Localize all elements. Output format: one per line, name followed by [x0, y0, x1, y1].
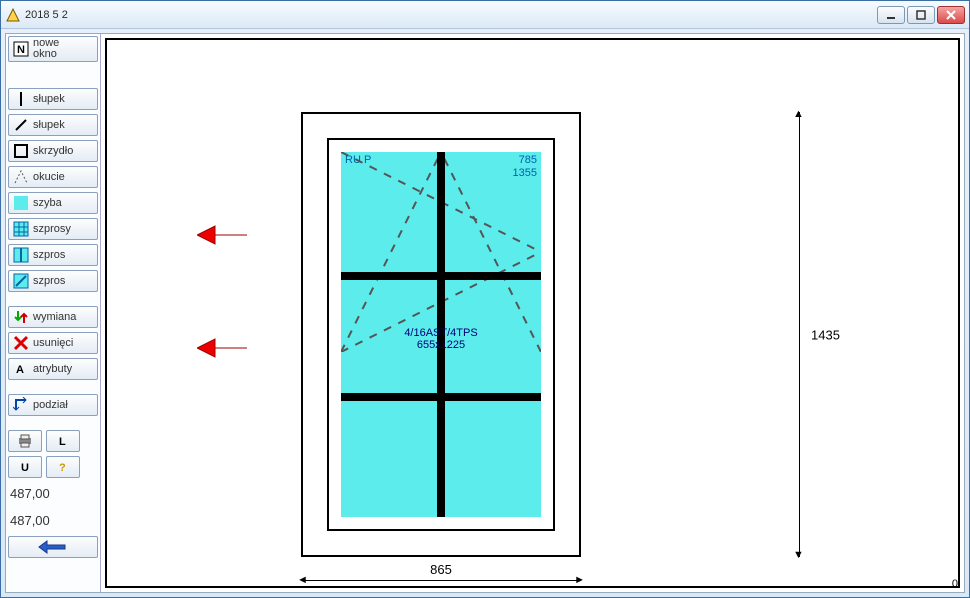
muntin-horizontal-2 — [341, 393, 541, 401]
titlebar: 2018 5 2 — [1, 1, 969, 29]
attributes-button[interactable]: A atrybuty — [8, 358, 98, 380]
glass-h: 1355 — [513, 167, 537, 180]
l-button[interactable]: L — [46, 430, 80, 452]
exchange-icon — [13, 309, 29, 325]
svg-text:?: ? — [59, 462, 66, 474]
window-title: 2018 5 2 — [25, 9, 68, 21]
app-icon — [5, 7, 21, 23]
svg-text:N: N — [17, 44, 25, 56]
glass-icon — [13, 195, 29, 211]
dimension-width: 865 ◄► — [301, 564, 581, 584]
window-model[interactable]: RU P 785 1355 4/16AST/4TPS 655x1225 — [301, 112, 581, 557]
mullion-v-icon — [13, 91, 29, 107]
dimension-height-label: 1435 — [811, 327, 840, 342]
window-buttons — [877, 6, 965, 24]
dimension-width-label: 865 — [430, 562, 452, 577]
muntin-horizontal-1 — [341, 272, 541, 280]
muntin-single-icon — [13, 247, 29, 263]
price-1: 487,00 — [8, 482, 98, 505]
mullion-d-label: słupek — [33, 119, 65, 131]
split-icon — [13, 397, 29, 413]
sash-glass[interactable]: RU P 785 1355 4/16AST/4TPS 655x1225 — [341, 152, 541, 517]
glass-button[interactable]: szyba — [8, 192, 98, 214]
mullion-v-label: słupek — [33, 93, 65, 105]
minimize-button[interactable] — [877, 6, 905, 24]
fitting-label: okucie — [33, 171, 65, 183]
maximize-button[interactable] — [907, 6, 935, 24]
glass-spec: 4/16AST/4TPS — [341, 327, 541, 339]
back-icon — [37, 539, 69, 555]
delete-button[interactable]: usunięci — [8, 332, 98, 354]
glass-spec-block: 4/16AST/4TPS 655x1225 — [341, 327, 541, 351]
back-button[interactable] — [8, 536, 98, 558]
sash-glass-size: 785 1355 — [513, 154, 537, 180]
muntins-button[interactable]: szprosy — [8, 218, 98, 240]
attributes-label: atrybuty — [33, 363, 72, 375]
toolbox: N nowe okno słupek słupek skrzydło okuci… — [6, 34, 101, 592]
close-button[interactable] — [937, 6, 965, 24]
fitting-icon — [13, 169, 29, 185]
print-icon — [17, 433, 33, 449]
muntins-label: szprosy — [33, 223, 71, 235]
muntin-single-label: szpros — [33, 249, 65, 261]
fitting-button[interactable]: okucie — [8, 166, 98, 188]
callout-arrow-2 — [197, 335, 247, 364]
mullion-d-icon — [13, 117, 29, 133]
new-window-button[interactable]: N nowe okno — [8, 36, 98, 62]
exchange-button[interactable]: wymiana — [8, 306, 98, 328]
l-icon: L — [55, 433, 71, 449]
u-icon: U — [17, 459, 33, 475]
delete-label: usunięci — [33, 337, 73, 349]
help-button[interactable]: ? — [46, 456, 80, 478]
n-icon: N — [13, 41, 29, 57]
corner-zero: 0 — [952, 578, 958, 590]
dimension-height: ▲▼ 1435 — [789, 112, 849, 557]
exchange-label: wymiana — [33, 311, 76, 323]
new-window-label: nowe okno — [33, 38, 59, 60]
u-button[interactable]: U — [8, 456, 42, 478]
frame-inner: RU P 785 1355 4/16AST/4TPS 655x1225 — [327, 138, 555, 531]
drawing-canvas[interactable]: RU P 785 1355 4/16AST/4TPS 655x1225 865 — [101, 34, 964, 592]
muntin-diag-button[interactable]: szpros — [8, 270, 98, 292]
print-button[interactable] — [8, 430, 42, 452]
glass-dims: 655x1225 — [341, 339, 541, 351]
window: 2018 5 2 N nowe okno słupek s — [0, 0, 970, 598]
sash-icon — [13, 143, 29, 159]
svg-text:A: A — [16, 364, 24, 376]
delete-icon — [13, 335, 29, 351]
price-2: 487,00 — [8, 509, 98, 532]
glass-label: szyba — [33, 197, 62, 209]
muntin-diag-label: szpros — [33, 275, 65, 287]
mullion-d-button[interactable]: słupek — [8, 114, 98, 136]
sash-type-label: RU P — [345, 154, 371, 166]
client-area: N nowe okno słupek słupek skrzydło okuci… — [5, 33, 965, 593]
split-label: podział — [33, 399, 68, 411]
muntins-icon — [13, 221, 29, 237]
muntin-diag-icon — [13, 273, 29, 289]
svg-text:U: U — [21, 462, 29, 474]
glass-w: 785 — [513, 154, 537, 167]
attributes-icon: A — [13, 361, 29, 377]
split-button[interactable]: podział — [8, 394, 98, 416]
svg-text:L: L — [59, 436, 66, 448]
muntin-single-button[interactable]: szpros — [8, 244, 98, 266]
help-icon: ? — [55, 459, 71, 475]
sash-label: skrzydło — [33, 145, 73, 157]
callout-arrow-1 — [197, 222, 247, 251]
sash-button[interactable]: skrzydło — [8, 140, 98, 162]
mullion-v-button[interactable]: słupek — [8, 88, 98, 110]
